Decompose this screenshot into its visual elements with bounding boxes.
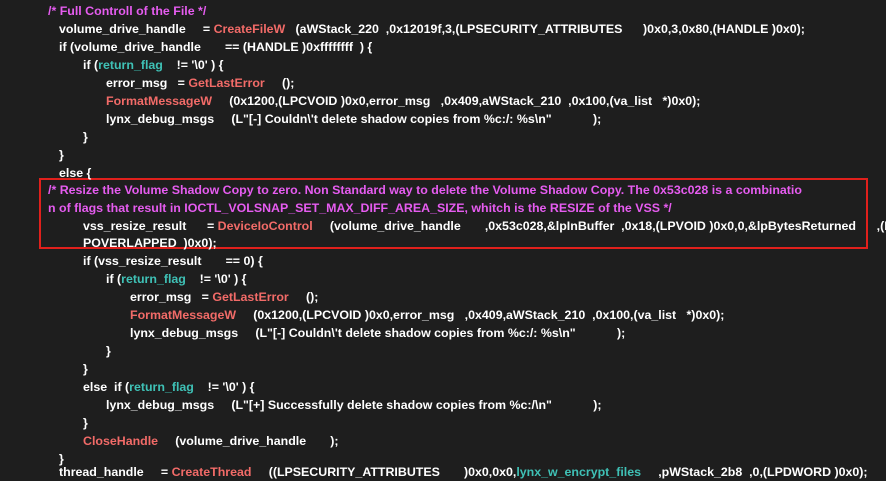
- code-token-comment: /* Resize the Volume Shadow Copy to zero…: [48, 183, 802, 197]
- code-token-func: FormatMessageW: [130, 308, 237, 322]
- code-line: else if (return_flag != '\0' ) {: [83, 378, 255, 396]
- code-token-default: }: [106, 344, 111, 358]
- code-token-default: (volume_drive_handle ,0x53c028,&lpInBuff…: [312, 219, 886, 233]
- code-token-default: }: [83, 130, 88, 144]
- code-token-default: else if (: [83, 380, 130, 394]
- code-token-default: ,pWStack_2b8 ,0,(LPDWORD )0x0);: [641, 465, 868, 479]
- code-token-func: GetLastError: [212, 290, 289, 304]
- code-token-default: thread_handle =: [59, 465, 172, 479]
- code-token-default: if (: [83, 58, 99, 72]
- code-token-default: (0x1200,(LPCVOID )0x0,error_msg ,0x409,a…: [212, 94, 701, 108]
- code-token-func: CreateThread: [171, 465, 252, 479]
- code-token-default: != '\0' ) {: [162, 58, 224, 72]
- code-token-default: if (vss_resize_result == 0) {: [83, 254, 263, 268]
- code-token-default: != '\0' ) {: [193, 380, 255, 394]
- code-line: POVERLAPPED )0x0);: [83, 234, 217, 252]
- code-token-default: lynx_debug_msgs (L"[-] Couldn\'t delete …: [130, 326, 626, 340]
- code-token-func: GetLastError: [188, 76, 265, 90]
- code-token-default: }: [83, 416, 88, 430]
- code-line: if (return_flag != '\0' ) {: [83, 56, 224, 74]
- code-token-global: return_flag: [98, 58, 163, 72]
- code-line: lynx_debug_msgs (L"[-] Couldn\'t delete …: [106, 110, 601, 128]
- code-line: /* Resize the Volume Shadow Copy to zero…: [48, 181, 802, 199]
- code-token-func: DeviceIoControl: [217, 219, 313, 233]
- code-line: FormatMessageW (0x1200,(LPCVOID )0x0,err…: [130, 306, 724, 324]
- code-token-default: lynx_debug_msgs (L"[-] Couldn\'t delete …: [106, 112, 602, 126]
- code-line: error_msg = GetLastError ();: [106, 74, 294, 92]
- code-token-default: error_msg =: [106, 76, 189, 90]
- code-line: lynx_debug_msgs (L"[-] Couldn\'t delete …: [130, 324, 625, 342]
- code-token-default: ();: [288, 290, 319, 304]
- code-line: if (return_flag != '\0' ) {: [106, 270, 247, 288]
- code-line: volume_drive_handle = CreateFileW (aWSta…: [59, 20, 805, 38]
- code-line: vss_resize_result = DeviceIoControl (vol…: [83, 217, 886, 235]
- code-token-default: (0x1200,(LPCVOID )0x0,error_msg ,0x409,a…: [236, 308, 725, 322]
- code-line: }: [83, 414, 88, 432]
- code-token-default: POVERLAPPED )0x0);: [83, 236, 217, 250]
- code-token-default: (aWStack_220 ,0x12019f,3,(LPSECURITY_ATT…: [285, 22, 805, 36]
- code-token-func: CreateFileW: [213, 22, 286, 36]
- code-token-global: lynx_w_encrypt_files: [516, 465, 641, 479]
- code-line: n of flags that result in IOCTL_VOLSNAP_…: [48, 199, 672, 217]
- code-token-func: CloseHandle: [83, 434, 159, 448]
- code-line: }: [59, 146, 64, 164]
- code-token-default: volume_drive_handle =: [59, 22, 214, 36]
- code-line: }: [83, 360, 88, 378]
- code-token-default: != '\0' ) {: [185, 272, 247, 286]
- code-token-global: return_flag: [121, 272, 186, 286]
- code-line: else {: [59, 164, 91, 182]
- code-line: lynx_debug_msgs (L"[+] Successfully dele…: [106, 396, 601, 414]
- code-line: error_msg = GetLastError ();: [130, 288, 318, 306]
- code-token-default: ();: [264, 76, 295, 90]
- code-line: }: [106, 342, 111, 360]
- code-line: }: [83, 128, 88, 146]
- code-token-default: ((LPSECURITY_ATTRIBUTES )0x0,0x0,: [251, 465, 517, 479]
- code-token-func: FormatMessageW: [106, 94, 213, 108]
- code-editor: /* Full Controll of the File */ volume_dr…: [0, 0, 886, 481]
- code-token-comment: n of flags that result in IOCTL_VOLSNAP_…: [48, 201, 672, 215]
- code-token-default: vss_resize_result =: [83, 219, 218, 233]
- code-token-default: }: [83, 362, 88, 376]
- code-token-comment: /* Full Controll of the File */: [48, 4, 207, 18]
- code-token-default: (volume_drive_handle );: [158, 434, 339, 448]
- code-line: /* Full Controll of the File */: [48, 2, 206, 20]
- code-token-global: return_flag: [129, 380, 194, 394]
- code-line: thread_handle = CreateThread ((LPSECURIT…: [59, 463, 868, 481]
- code-line: FormatMessageW (0x1200,(LPCVOID )0x0,err…: [106, 92, 700, 110]
- code-token-default: else {: [59, 166, 92, 180]
- code-line: if (volume_drive_handle == (HANDLE )0xff…: [59, 38, 372, 56]
- code-token-default: if (: [106, 272, 122, 286]
- code-token-default: lynx_debug_msgs (L"[+] Successfully dele…: [106, 398, 602, 412]
- code-token-default: }: [59, 148, 64, 162]
- code-line: CloseHandle (volume_drive_handle );: [83, 432, 338, 450]
- code-token-default: if (volume_drive_handle == (HANDLE )0xff…: [59, 40, 373, 54]
- code-token-default: error_msg =: [130, 290, 213, 304]
- code-line: if (vss_resize_result == 0) {: [83, 252, 263, 270]
